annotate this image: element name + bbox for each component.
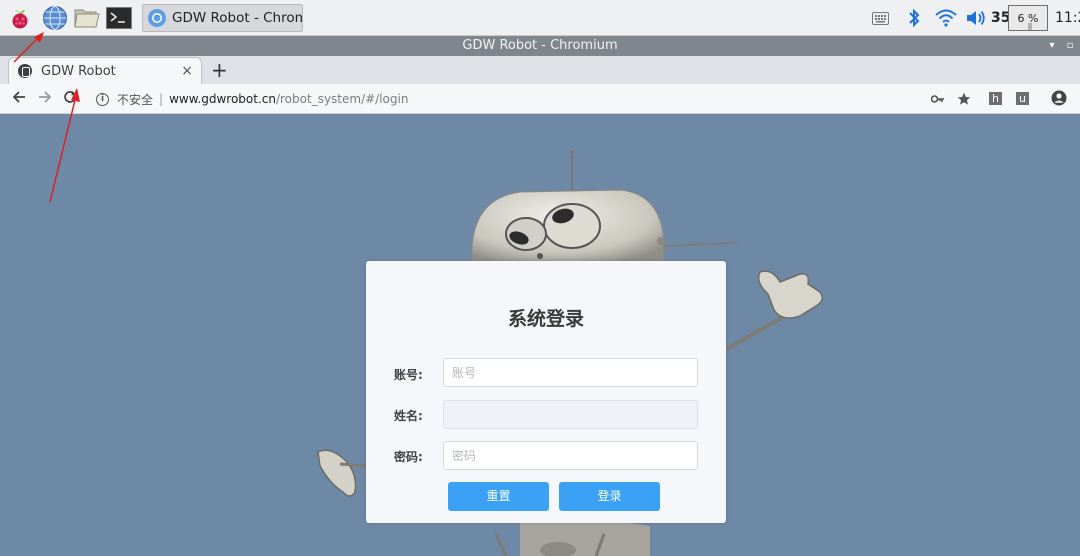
annotation-arrow-to-browser [13,37,39,63]
annotation-arrows [13,32,80,203]
annotation-arrow-to-tab [49,99,76,203]
